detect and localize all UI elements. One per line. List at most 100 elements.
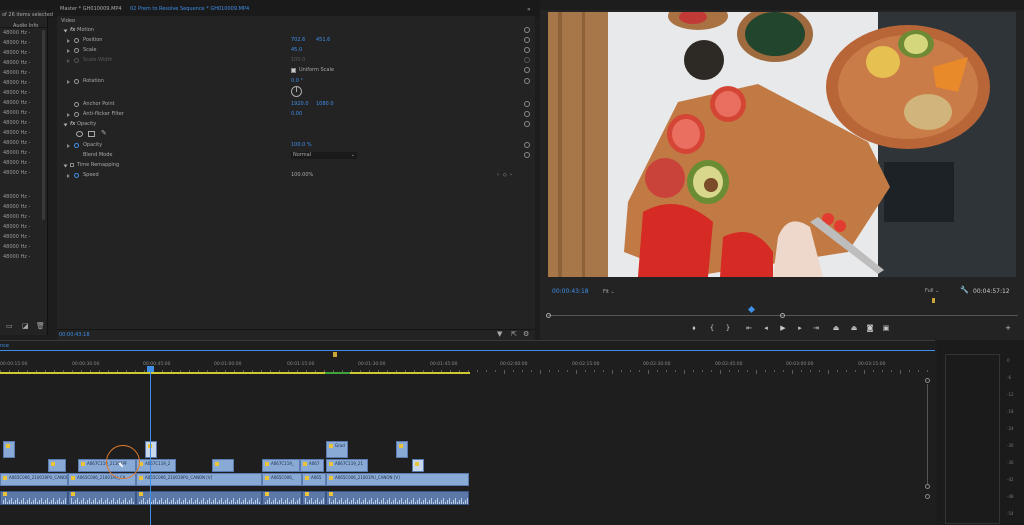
project-row[interactable]: 48000 Hz - <box>0 58 47 68</box>
blend-mode-select[interactable]: Normal ⌄ <box>291 152 357 159</box>
settings-icon[interactable]: ⚙ <box>523 330 529 338</box>
project-row[interactable]: 48000 Hz - <box>0 88 47 98</box>
uniform-scale-checkbox[interactable] <box>291 68 296 73</box>
clip-v2[interactable] <box>212 459 234 472</box>
stopwatch-icon[interactable] <box>74 143 79 148</box>
project-row[interactable]: 48000 Hz - <box>0 38 47 48</box>
add-button-icon[interactable]: + <box>1004 324 1012 332</box>
expand-icon[interactable] <box>67 49 70 53</box>
expand-icon[interactable] <box>67 174 70 178</box>
compare-icon[interactable]: ▣ <box>882 324 890 332</box>
audio-clip[interactable] <box>0 491 68 505</box>
stopwatch-icon[interactable] <box>74 48 79 53</box>
scroll-handle-top[interactable] <box>925 378 930 383</box>
reset-icon[interactable] <box>524 111 530 117</box>
step-forward-icon[interactable]: ▸ <box>796 324 804 332</box>
scrub-end-handle[interactable] <box>780 313 785 318</box>
clip-v3[interactable] <box>145 441 157 458</box>
project-row[interactable]: 48000 Hz - <box>0 78 47 88</box>
expand-icon[interactable] <box>63 123 68 127</box>
project-row[interactable]: 48000 Hz - <box>0 242 47 252</box>
motion-row[interactable]: fx Motion <box>57 26 535 35</box>
tab-master[interactable]: Master * GH010009.MP4 <box>60 6 122 12</box>
reset-icon[interactable] <box>524 121 530 127</box>
rectangle-mask-icon[interactable] <box>88 131 95 137</box>
audio-clip[interactable] <box>68 491 136 505</box>
clip-v2[interactable] <box>48 459 66 472</box>
project-row[interactable]: 48000 Hz - <box>0 192 47 202</box>
project-row[interactable]: 48000 Hz - <box>0 202 47 212</box>
stopwatch-icon[interactable] <box>74 102 79 107</box>
audio-clip[interactable] <box>326 491 469 505</box>
anchor-x-value[interactable]: 1920.0 <box>291 100 309 109</box>
stopwatch-icon[interactable] <box>74 173 79 178</box>
clip-v1[interactable]: A065C006_21001PU_CANON [V] <box>326 473 469 486</box>
project-row[interactable]: 48000 Hz - <box>0 28 47 38</box>
rotation-value[interactable]: 0.0 ° <box>291 77 303 86</box>
wrench-icon[interactable]: 🔧 <box>960 286 969 294</box>
project-row[interactable]: 48000 Hz - <box>0 168 47 178</box>
playhead-line[interactable] <box>150 368 151 525</box>
camera-icon[interactable]: ◙ <box>866 324 874 332</box>
reset-icon[interactable] <box>524 152 530 158</box>
scroll-handle-mid[interactable] <box>925 484 930 489</box>
go-to-out-icon[interactable]: ⇥ <box>812 324 820 332</box>
audio-info-header[interactable]: Audio Info <box>13 23 38 29</box>
step-back-icon[interactable]: ◂ <box>762 324 770 332</box>
project-row[interactable]: 48000 Hz - <box>0 138 47 148</box>
expand-icon[interactable] <box>63 29 68 33</box>
export-icon[interactable]: ⇱ <box>511 330 517 338</box>
opacity-section-row[interactable]: fx Opacity <box>57 120 535 129</box>
stopwatch-icon[interactable] <box>74 112 79 117</box>
marker-icon[interactable]: ⬧ <box>690 324 698 332</box>
project-scrollbar[interactable] <box>42 30 45 220</box>
vertical-scrollbar[interactable] <box>927 384 928 484</box>
stopwatch-icon[interactable] <box>74 38 79 43</box>
fit-select[interactable]: Fit ⌄ <box>603 288 631 296</box>
audio-clip[interactable] <box>262 491 302 505</box>
panel-menu-icon[interactable]: » <box>527 6 531 13</box>
reset-icon[interactable] <box>524 101 530 107</box>
filter-icon[interactable]: ▼ <box>497 330 502 338</box>
expand-icon[interactable] <box>63 164 68 168</box>
stopwatch-icon[interactable] <box>74 79 79 84</box>
quality-select[interactable]: Full ⌄ <box>925 288 939 294</box>
trash-icon[interactable]: 🗑 <box>36 322 45 330</box>
work-area-bar[interactable] <box>0 372 470 374</box>
project-row[interactable]: 48000 Hz - <box>0 48 47 58</box>
clip-v2[interactable]: A067C119_21 <box>326 459 368 472</box>
reset-icon[interactable] <box>524 67 530 73</box>
project-row[interactable]: 48000 Hz - <box>0 148 47 158</box>
project-row[interactable]: 48000 Hz - <box>0 212 47 222</box>
sequence-tab[interactable]: nce <box>0 343 9 349</box>
anti-flicker-value[interactable]: 0.00 <box>291 110 302 119</box>
playhead-handle[interactable] <box>147 366 154 372</box>
clip-v3[interactable] <box>3 441 15 458</box>
project-row[interactable]: 48000 Hz - <box>0 118 47 128</box>
ec-timecode[interactable]: 00:00:43:18 <box>59 332 90 338</box>
lift-icon[interactable]: ⏏ <box>832 324 840 332</box>
mark-in-icon[interactable]: { <box>708 324 716 332</box>
opacity-value[interactable]: 100.0 % <box>291 141 312 150</box>
audio-clip[interactable] <box>136 491 262 505</box>
project-row[interactable]: 48000 Hz - <box>0 108 47 118</box>
reset-icon[interactable] <box>524 47 530 53</box>
project-row[interactable]: 48000 Hz - <box>0 158 47 168</box>
new-item-icon[interactable]: ◪ <box>22 322 29 330</box>
keyframe-prev-icon[interactable]: ‹ <box>497 171 499 180</box>
ellipse-mask-icon[interactable] <box>76 131 83 137</box>
scrub-start-handle[interactable] <box>546 313 551 318</box>
audio-clip[interactable] <box>302 491 326 505</box>
project-row[interactable]: 48000 Hz - <box>0 222 47 232</box>
clip-v1[interactable]: A065C006_210019PU_CANON [V] <box>0 473 68 486</box>
program-timecode[interactable]: 00:00:43:18 <box>552 288 589 295</box>
clip-v2[interactable] <box>412 459 424 472</box>
reset-icon[interactable] <box>524 78 530 84</box>
position-y-value[interactable]: 451.6 <box>316 36 330 45</box>
folder-icon[interactable]: ▭ <box>6 322 13 330</box>
clip-v3[interactable] <box>396 441 408 458</box>
rotation-dial[interactable] <box>291 86 302 97</box>
mark-out-icon[interactable]: } <box>724 324 732 332</box>
sequence-marker-icon[interactable] <box>333 352 337 357</box>
time-remapping-row[interactable]: Time Remapping <box>57 161 535 170</box>
